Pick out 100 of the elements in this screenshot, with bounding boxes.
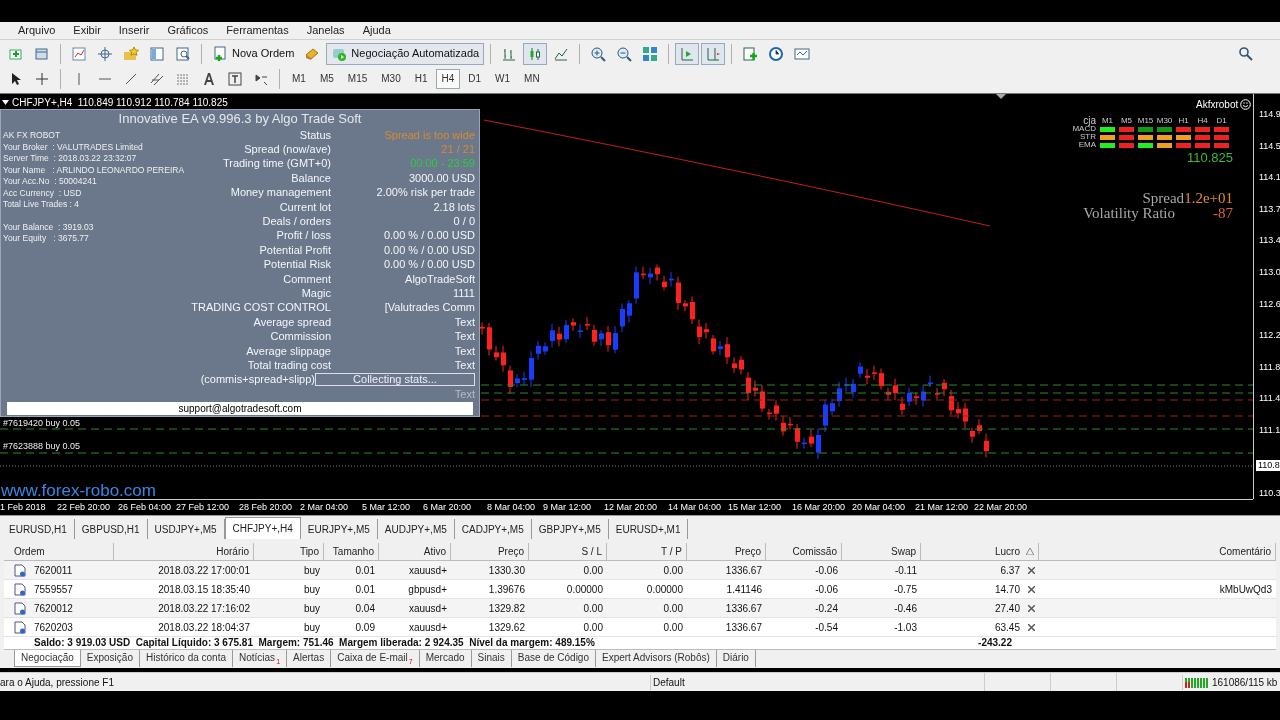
close-icon[interactable] — [1028, 566, 1035, 574]
table-cell-text: 2018.03.22 18:04:37 — [158, 620, 250, 635]
template-icon[interactable] — [794, 45, 811, 62]
label-text: Potential Profit — [259, 243, 331, 257]
timeframe-text: D1 — [1215, 117, 1228, 125]
price-tick-label: 111.4 — [1259, 393, 1280, 404]
new-order-button[interactable]: Nova Ordem — [208, 42, 299, 65]
candle — [949, 389, 954, 416]
trade-label: #7619420 buy 0.05 — [3, 417, 81, 430]
value-text: Text — [454, 358, 475, 372]
magnifier-chart-icon[interactable] — [175, 45, 191, 62]
column-header[interactable]: Tamanho — [324, 543, 379, 560]
dropdown-triangle-icon[interactable] — [2, 100, 9, 105]
price-tick-label: 114.1 — [1259, 172, 1280, 183]
label-text: Profit / loss — [276, 229, 331, 243]
terminal-tab[interactable]: Sinais — [471, 650, 512, 667]
chart-window-icon[interactable] — [71, 45, 87, 62]
menu-item[interactable]: Ferramentas — [226, 22, 289, 39]
terminal-tab[interactable]: Alertas — [287, 650, 332, 667]
column-header[interactable]: Tipo — [254, 543, 324, 560]
windows-icon[interactable] — [34, 45, 50, 62]
plus-chart-icon[interactable] — [742, 45, 759, 62]
column-header[interactable]: Ativo — [379, 543, 451, 560]
column-header[interactable]: Preço — [687, 543, 766, 560]
close-icon[interactable] — [1028, 585, 1035, 593]
timeframe-button[interactable]: MN — [518, 68, 546, 89]
candle — [571, 317, 576, 332]
menu-item[interactable]: Janelas — [306, 22, 345, 39]
terminal-tab[interactable]: Mercado — [419, 650, 472, 667]
candle — [760, 384, 765, 413]
timeframe-button[interactable]: W1 — [489, 68, 517, 89]
timeframe-button[interactable]: M15 — [341, 68, 374, 89]
zoom-out-icon[interactable] — [616, 45, 633, 62]
column-header[interactable]: Lucro — [921, 543, 1039, 560]
terminal-tab[interactable]: Diário — [716, 650, 756, 667]
price-tick-label: 113.0 — [1259, 267, 1280, 277]
auto-trading-button[interactable]: Negociação Automatizada — [326, 42, 485, 65]
terminal-tab[interactable]: Exposição — [80, 650, 140, 667]
candle — [697, 319, 702, 345]
menu-item[interactable]: Inserir — [118, 22, 150, 39]
plus-document-icon[interactable] — [212, 45, 228, 62]
text-label-icon[interactable] — [227, 70, 243, 87]
price-tick-label: 114.5 — [1259, 140, 1280, 151]
timeframe-text: M1 — [1100, 117, 1115, 125]
candle — [585, 316, 590, 331]
candle — [592, 324, 597, 347]
column-header[interactable]: Ordem — [4, 543, 114, 560]
column-header[interactable]: S / L — [529, 543, 607, 560]
column-header[interactable]: Comissão — [766, 543, 842, 560]
auto-scroll-icon[interactable] — [679, 45, 696, 62]
column-header[interactable]: Horário — [114, 543, 254, 560]
timeframe-text: M30 — [1155, 117, 1174, 125]
candle — [732, 356, 737, 374]
terminal-tab[interactable]: Histórico da conta — [139, 650, 233, 667]
candle — [970, 427, 975, 444]
value-text: 0.00 % / 0.00 USD — [383, 243, 475, 257]
table-cell-text: 1.41146 — [726, 582, 762, 597]
menu-item[interactable]: Exibir — [73, 22, 101, 39]
candle — [858, 361, 863, 379]
text-tool-icon[interactable] — [204, 72, 214, 85]
candle — [578, 323, 583, 339]
terminal-tab[interactable]: Expert Advisors (Robôs) — [596, 650, 717, 667]
close-icon[interactable] — [1028, 604, 1035, 612]
chart-tab[interactable]: CHFJPY+,H4 — [224, 517, 301, 539]
timeframe-button[interactable]: M30 — [375, 68, 407, 89]
timeframe-button[interactable]: M1 — [286, 68, 312, 89]
timeframe-button[interactable]: D1 — [462, 68, 488, 89]
table-cell-text: 0.00 — [663, 620, 683, 635]
column-header[interactable]: T / P — [607, 543, 687, 560]
star-folder-icon[interactable] — [123, 45, 139, 62]
column-header[interactable]: Comentário — [1039, 543, 1276, 560]
timeframe-button[interactable]: M5 — [313, 68, 340, 89]
candle — [480, 322, 485, 336]
column-header[interactable]: Preço — [451, 543, 529, 560]
candle — [648, 267, 653, 285]
collecting-stats-button[interactable]: Collecting stats... — [315, 373, 475, 387]
crosshair-icon[interactable] — [97, 45, 113, 62]
candle — [879, 367, 884, 391]
tile-windows-icon[interactable] — [642, 45, 659, 62]
terminal-tab[interactable]: Base de Código — [511, 650, 596, 667]
zoom-in-icon[interactable] — [590, 45, 607, 62]
menu-item[interactable]: Gráficos — [167, 22, 209, 39]
data-window-icon[interactable] — [149, 45, 165, 62]
menu-item[interactable]: Ajuda — [362, 22, 391, 39]
website-text: www.forex-robo.com — [1, 480, 156, 502]
crosshair-icon[interactable] — [34, 70, 50, 87]
table-cell-text: 0.09 — [355, 620, 375, 635]
clock-icon[interactable] — [768, 45, 785, 62]
close-icon[interactable] — [1028, 623, 1035, 631]
table-cell-text: 0.00000 — [566, 582, 603, 597]
terminal-tab[interactable]: Negociação — [14, 650, 81, 667]
timeframe-button[interactable]: H4 — [435, 68, 461, 89]
candle — [935, 387, 940, 400]
search-icon[interactable] — [1238, 45, 1254, 62]
time-tick-label: 22 Feb 20:00 — [57, 501, 111, 515]
column-header[interactable]: Swap — [842, 543, 921, 560]
label-text: Money management — [230, 186, 331, 200]
account-summary-text: Saldo: 3 919.03 USD Capital Líquido: 3 675.81 Margem: 751.46 Margem liberada: 2 924.35 Nível da margem: 489.15% — [34, 638, 595, 648]
menu-item[interactable]: Arquivo — [18, 22, 56, 39]
timeframe-button[interactable]: H1 — [408, 68, 434, 89]
